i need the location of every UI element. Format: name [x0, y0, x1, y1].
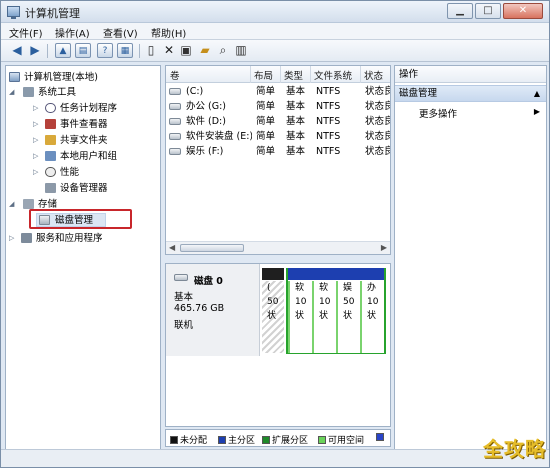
partition-legend: 未分配 主分区 扩展分区 可用空间 [165, 429, 391, 447]
legend-unallocated: 未分配 [170, 433, 207, 446]
help-icon[interactable]: ? [97, 43, 113, 58]
folder-open-icon[interactable]: ▰ [197, 43, 213, 58]
watermark-logo: 全攻略 [483, 437, 546, 461]
drive-icon [169, 103, 181, 110]
scroll-thumb[interactable] [180, 244, 244, 252]
actions-panel: 操作 磁盘管理 ▲ 更多操作 ▶ [394, 65, 547, 465]
collapse-arrow-icon[interactable]: ◢ [9, 85, 14, 100]
red-annotation-box [29, 209, 132, 229]
drive-icon [169, 88, 181, 95]
back-arrow-icon[interactable]: ◀ [9, 43, 25, 58]
volume-row[interactable]: 软件 (D:) 简单 基本 NTFS 状态良 [166, 114, 390, 129]
drive-icon [169, 118, 181, 125]
users-icon [45, 151, 56, 161]
horizontal-scrollbar[interactable]: ◀ ▶ [166, 241, 390, 254]
legend-primary: 主分区 [218, 433, 255, 446]
partition-block[interactable]: 软 10 状 [312, 268, 336, 354]
volume-row[interactable]: (C:) 简单 基本 NTFS 状态良 [166, 84, 390, 99]
col-volume[interactable]: 卷 [170, 68, 180, 82]
volume-row[interactable]: 软件安装盘 (E:) 简单 基本 NTFS 状态良 [166, 129, 390, 144]
legend-free-space: 可用空间 [318, 433, 364, 446]
actions-header: 操作 [395, 66, 546, 83]
disk-graphic-view: 磁盘 0 基本 465.76 GB 联机 ( 50 状 软 10 状 软 10 … [165, 263, 391, 427]
partition-block[interactable]: 娱 50 状 [336, 268, 360, 354]
scroll-left-icon[interactable]: ◀ [169, 243, 175, 252]
partition-block[interactable]: 办 10 状 [360, 268, 384, 354]
performance-icon [45, 167, 56, 177]
forward-arrow-icon[interactable]: ▶ [27, 43, 43, 58]
volume-list-header: 卷 布局 类型 文件系统 状态 [166, 66, 390, 83]
disk-icon [174, 274, 188, 281]
expand-arrow-icon[interactable]: ▷ [33, 133, 38, 148]
expand-arrow-icon[interactable]: ▷ [33, 165, 38, 180]
menu-action[interactable]: 操作(A) [55, 25, 90, 40]
legend-extended: 扩展分区 [262, 433, 308, 446]
expand-arrow-icon[interactable]: ▷ [9, 231, 14, 246]
minimize-button[interactable]: ▁ [447, 3, 473, 19]
search-icon[interactable]: ⌕ [215, 43, 231, 58]
status-bar [1, 449, 549, 467]
drive-icon [169, 133, 181, 140]
menu-file[interactable]: 文件(F) [9, 25, 43, 40]
properties-sheet-icon[interactable]: ▣ [178, 43, 194, 58]
volume-row[interactable]: 办公 (G:) 简单 基本 NTFS 状态良 [166, 99, 390, 114]
collapse-arrow-icon[interactable]: ◢ [9, 197, 14, 212]
clock-icon [45, 103, 56, 113]
console-tree: 计算机管理(本地) ◢ 系统工具 ▷ 任务计划程序 ▷ 事件查看器 ▷ 共享文件… [5, 65, 161, 465]
submenu-arrow-icon[interactable]: ▶ [534, 107, 540, 116]
computer-management-window: 计算机管理 ▁ □ ✕ 文件(F) 操作(A) 查看(V) 帮助(H) ◀ ▶ … [0, 0, 550, 468]
actions-section-disk-management[interactable]: 磁盘管理 ▲ [395, 85, 546, 102]
col-filesystem[interactable]: 文件系统 [314, 68, 352, 82]
title-bar: 计算机管理 ▁ □ ✕ [1, 1, 549, 23]
event-viewer-icon [45, 119, 56, 129]
tools-icon [23, 87, 34, 97]
col-type[interactable]: 类型 [284, 68, 303, 82]
close-button[interactable]: ✕ [503, 3, 543, 19]
computer-icon [7, 6, 20, 19]
new-doc-icon[interactable]: ▯ [143, 43, 159, 58]
device-manager-icon [45, 183, 56, 193]
toolbar: ◀ ▶ ▲ ▤ ? ▦ ▯ ✕ ▣ ▰ ⌕ ▥ [1, 40, 549, 62]
scroll-right-icon[interactable]: ▶ [381, 243, 387, 252]
window-controls: ▁ □ ✕ [445, 3, 543, 19]
menu-help[interactable]: 帮助(H) [151, 25, 186, 40]
maximize-button[interactable]: □ [475, 3, 501, 19]
properties-icon[interactable]: ▦ [117, 43, 133, 58]
collapse-up-icon[interactable]: ▲ [534, 86, 540, 101]
up-folder-icon[interactable]: ▲ [55, 43, 71, 58]
expand-arrow-icon[interactable]: ▷ [33, 149, 38, 164]
window-title: 计算机管理 [25, 7, 80, 20]
volume-row[interactable]: 娱乐 (F:) 简单 基本 NTFS 状态良 [166, 144, 390, 159]
more-actions-item[interactable]: 更多操作 [419, 106, 457, 120]
volume-list: 卷 布局 类型 文件系统 状态 (C:) 简单 基本 NTFS 状态良 办公 (… [165, 65, 391, 255]
delete-icon[interactable]: ✕ [161, 43, 177, 58]
partition-block[interactable]: ( 50 状 [262, 268, 284, 354]
col-status[interactable]: 状态 [364, 68, 383, 82]
shared-folder-icon [45, 135, 56, 145]
col-layout[interactable]: 布局 [254, 68, 273, 82]
menu-bar: 文件(F) 操作(A) 查看(V) 帮助(H) [1, 23, 549, 40]
refresh-icon[interactable]: ▥ [233, 43, 249, 58]
partition-block[interactable]: 软 10 状 [288, 268, 312, 354]
services-icon [21, 233, 32, 243]
menu-view[interactable]: 查看(V) [103, 25, 138, 40]
legend-logical [376, 433, 386, 443]
computer-management-icon [9, 72, 20, 82]
disk-0-info[interactable]: 磁盘 0 基本 465.76 GB 联机 [166, 264, 260, 356]
expand-arrow-icon[interactable]: ▷ [33, 117, 38, 132]
storage-icon [23, 199, 34, 209]
expand-arrow-icon[interactable]: ▷ [33, 101, 38, 116]
drive-icon [169, 148, 181, 155]
console-tree-icon[interactable]: ▤ [75, 43, 91, 58]
